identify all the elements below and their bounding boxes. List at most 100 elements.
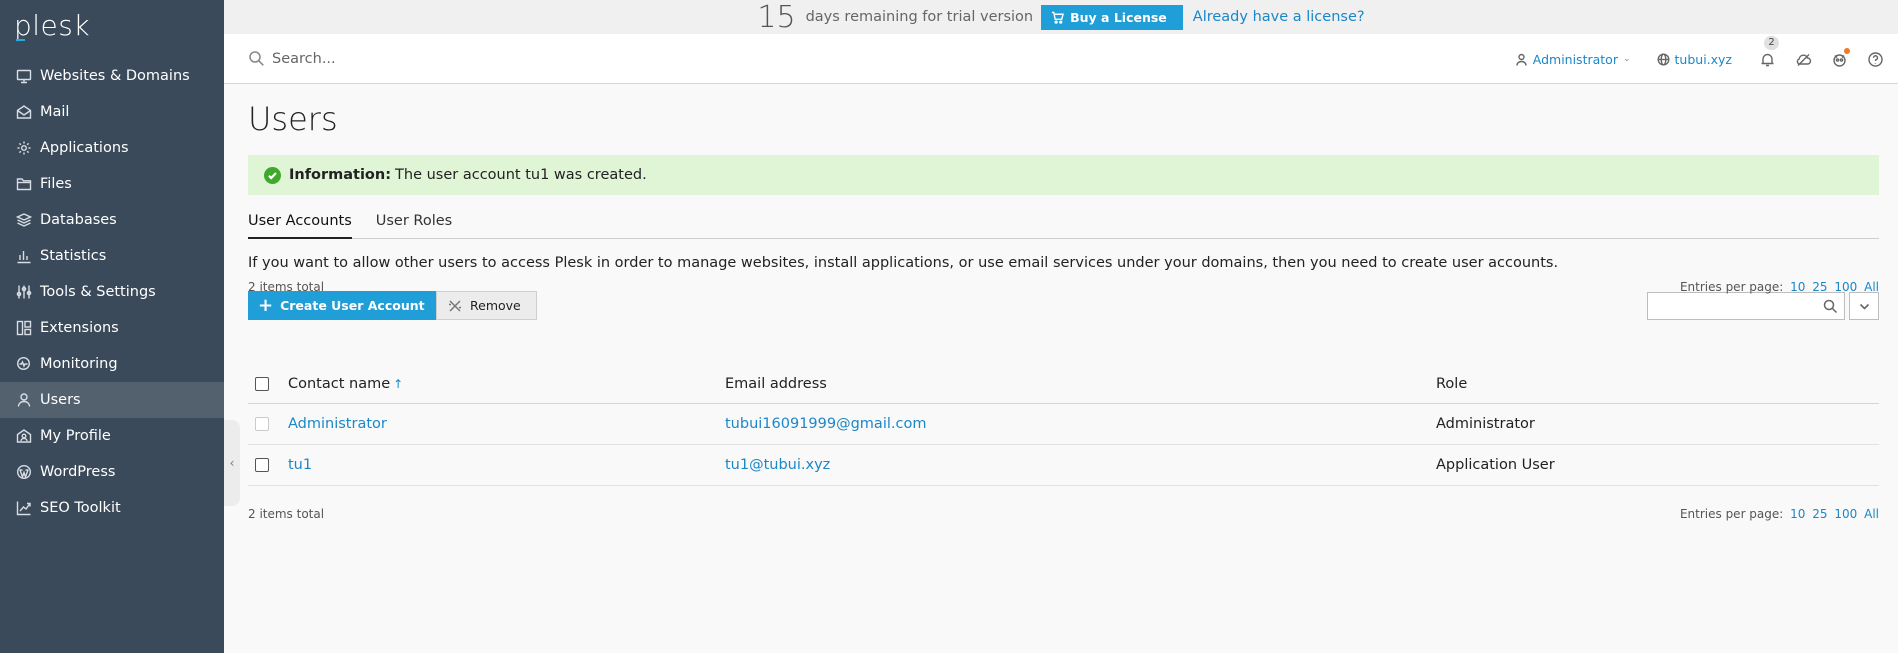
cart-icon xyxy=(1052,11,1065,24)
page-title: Users xyxy=(248,100,338,138)
entries-10-link[interactable]: 10 xyxy=(1790,507,1805,521)
notifications-button[interactable]: 2 xyxy=(1758,36,1779,68)
entries-100-link[interactable]: 100 xyxy=(1834,507,1857,521)
row-checkbox xyxy=(255,416,269,431)
user-icon xyxy=(1516,53,1527,66)
chevron-down-icon: ⌄ xyxy=(1622,54,1631,64)
entries-25-link[interactable]: 25 xyxy=(1812,280,1827,294)
role-cell: Application User xyxy=(1436,444,1879,486)
entries-per-page-label: Entries per page: xyxy=(1679,507,1784,521)
row-checkbox-cell xyxy=(248,444,288,486)
sidebar-item-applications[interactable]: Applications xyxy=(0,130,224,166)
sidebar-item-label: Users xyxy=(40,392,81,408)
buy-license-label: Buy a License xyxy=(1070,9,1167,25)
sidebar-item-label: Mail xyxy=(40,104,70,120)
chevron-down-icon xyxy=(1859,303,1869,310)
plesk-logo[interactable]: plesk xyxy=(14,9,90,42)
buy-license-button[interactable]: Buy a License xyxy=(1041,4,1183,30)
user-icon xyxy=(16,392,32,408)
trend-icon xyxy=(16,500,32,516)
page-description: If you want to allow other users to acce… xyxy=(248,255,1559,271)
chevron-left-icon: ‹ xyxy=(229,456,235,470)
sidebar-item-label: Statistics xyxy=(40,248,107,264)
create-user-account-label: Create User Account xyxy=(280,298,425,313)
row-checkbox[interactable] xyxy=(255,457,269,472)
sidebar-item-users[interactable]: Users xyxy=(0,382,224,418)
bell-icon xyxy=(1761,53,1773,66)
domain-label: tubui.xyz xyxy=(1674,51,1732,67)
cloud-icon xyxy=(1796,53,1811,66)
extension-advisor-button[interactable] xyxy=(1830,48,1850,68)
sidebar-item-label: Websites & Domains xyxy=(40,68,190,84)
role-header: Role xyxy=(1436,366,1879,404)
sidebar-item-my-profile[interactable]: My Profile xyxy=(0,418,224,454)
contact-name-link[interactable]: Administrator xyxy=(288,416,387,432)
message-label: Information: xyxy=(289,167,392,183)
user-menu[interactable]: Administrator ⌄ xyxy=(1515,52,1631,67)
table-row: Administrator tubui16091999@gmail.com Ad… xyxy=(248,403,1879,445)
advanced-search-toggle[interactable] xyxy=(1849,292,1879,320)
row-checkbox-cell xyxy=(248,403,288,445)
email-link[interactable]: tubui16091999@gmail.com xyxy=(725,416,926,432)
sidebar-item-tools-settings[interactable]: Tools & Settings xyxy=(0,274,224,310)
tabs: User Accounts User Roles xyxy=(248,210,1879,239)
sidebar-item-label: Extensions xyxy=(40,320,119,336)
gear-icon xyxy=(16,140,32,156)
email-cell: tubui16091999@gmail.com xyxy=(725,403,1436,445)
sidebar-item-wordpress[interactable]: WordPress xyxy=(0,454,224,490)
sidebar-item-databases[interactable]: Databases xyxy=(0,202,224,238)
notification-count-badge: 2 xyxy=(1764,36,1779,50)
list-search-input[interactable] xyxy=(1647,292,1845,320)
contact-name-cell: tu1 xyxy=(288,444,725,486)
entries-100-link[interactable]: 100 xyxy=(1834,280,1857,294)
already-have-license-link[interactable]: Already have a license? xyxy=(1193,9,1365,25)
sort-asc-icon: ↑ xyxy=(393,377,404,392)
tab-user-accounts[interactable]: User Accounts xyxy=(248,210,352,239)
contact-name-cell: Administrator xyxy=(288,403,725,445)
contact-name-link[interactable]: tu1 xyxy=(288,457,312,473)
header-actions: Administrator ⌄ tubui.xyz 2 xyxy=(1515,34,1884,84)
sidebar-item-label: Monitoring xyxy=(40,356,118,372)
monitor-icon xyxy=(16,68,32,84)
sidebar-item-websites-domains[interactable]: Websites & Domains xyxy=(0,58,224,94)
sidebar-item-label: SEO Toolkit xyxy=(40,500,121,516)
profile-icon xyxy=(16,428,32,444)
mail-icon xyxy=(16,104,32,120)
sidebar-item-mail[interactable]: Mail xyxy=(0,94,224,130)
help-button[interactable] xyxy=(1866,50,1884,68)
sidebar-item-extensions[interactable]: Extensions xyxy=(0,310,224,346)
tab-user-roles[interactable]: User Roles xyxy=(376,210,452,239)
sidebar-item-monitoring[interactable]: Monitoring xyxy=(0,346,224,382)
items-total: 2 items total xyxy=(248,280,325,294)
items-total-bottom: 2 items total xyxy=(248,507,325,521)
search-icon xyxy=(1823,299,1838,314)
create-user-account-button[interactable]: + Create User Account xyxy=(248,291,438,320)
sidebar-item-files[interactable]: Files xyxy=(0,166,224,202)
entries-all-link[interactable]: All xyxy=(1864,280,1879,294)
entries-per-page: Entries per page: 10 25 100 All xyxy=(1680,280,1879,294)
entries-25-link[interactable]: 25 xyxy=(1812,507,1827,521)
puzzle-icon xyxy=(16,320,32,336)
remove-label: Remove xyxy=(470,298,521,313)
monitoring-icon xyxy=(16,356,32,372)
folder-icon xyxy=(16,176,32,192)
global-search-input[interactable] xyxy=(272,46,572,72)
remove-button[interactable]: Remove xyxy=(436,291,537,320)
search-icon xyxy=(248,50,265,67)
entries-10-link[interactable]: 10 xyxy=(1790,280,1805,294)
sidebar-item-statistics[interactable]: Statistics xyxy=(0,238,224,274)
select-all-checkbox[interactable] xyxy=(255,377,269,392)
database-icon xyxy=(16,212,32,228)
domain-link[interactable]: tubui.xyz xyxy=(1657,52,1732,67)
cloud-button[interactable] xyxy=(1794,50,1812,68)
sidebar-item-seo-toolkit[interactable]: SEO Toolkit xyxy=(0,490,224,526)
entries-all-link[interactable]: All xyxy=(1864,507,1879,521)
users-table: Contact name ↑ Email address Role Adminis… xyxy=(248,366,1879,486)
info-message: Information: The user account tu1 was cr… xyxy=(248,155,1879,195)
sidebar-collapse-button[interactable]: ‹ xyxy=(224,420,240,506)
help-icon xyxy=(1867,51,1883,67)
entries-per-page-label: Entries per page: xyxy=(1679,280,1784,294)
trial-days-count: 15 xyxy=(757,0,796,35)
contact-name-header[interactable]: Contact name ↑ xyxy=(288,366,725,404)
email-link[interactable]: tu1@tubui.xyz xyxy=(725,457,830,473)
